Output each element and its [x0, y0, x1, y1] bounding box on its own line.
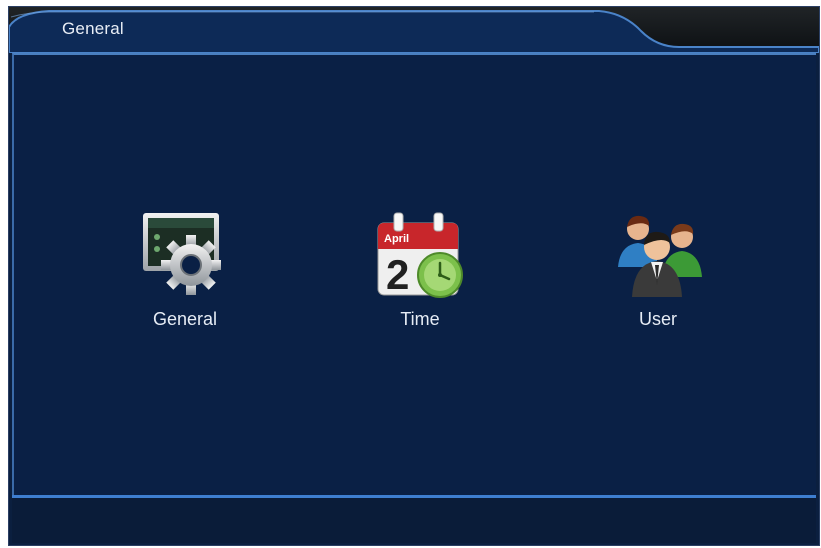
- main-panel: General April 2 Time User: [12, 53, 816, 495]
- menu-item-label: General: [152, 309, 218, 329]
- monitor-gear-icon: [143, 213, 221, 295]
- users-group-icon: [618, 215, 702, 297]
- menu-item-label: User: [638, 309, 677, 329]
- calendar-day: 2: [386, 251, 409, 298]
- status-bar: [12, 495, 816, 543]
- calendar-clock-icon: April 2: [377, 212, 463, 298]
- title-tab: [9, 10, 819, 53]
- title-bar: General: [9, 7, 819, 53]
- calendar-month: April: [384, 233, 409, 245]
- window-title: General: [62, 19, 124, 38]
- settings-window: General General April 2 Time User: [8, 6, 820, 546]
- menu-item-label: Time: [400, 309, 440, 329]
- menu-item-general[interactable]: General: [110, 211, 260, 341]
- menu-item-user[interactable]: User: [583, 211, 733, 341]
- menu-item-time[interactable]: April 2 Time: [345, 211, 495, 341]
